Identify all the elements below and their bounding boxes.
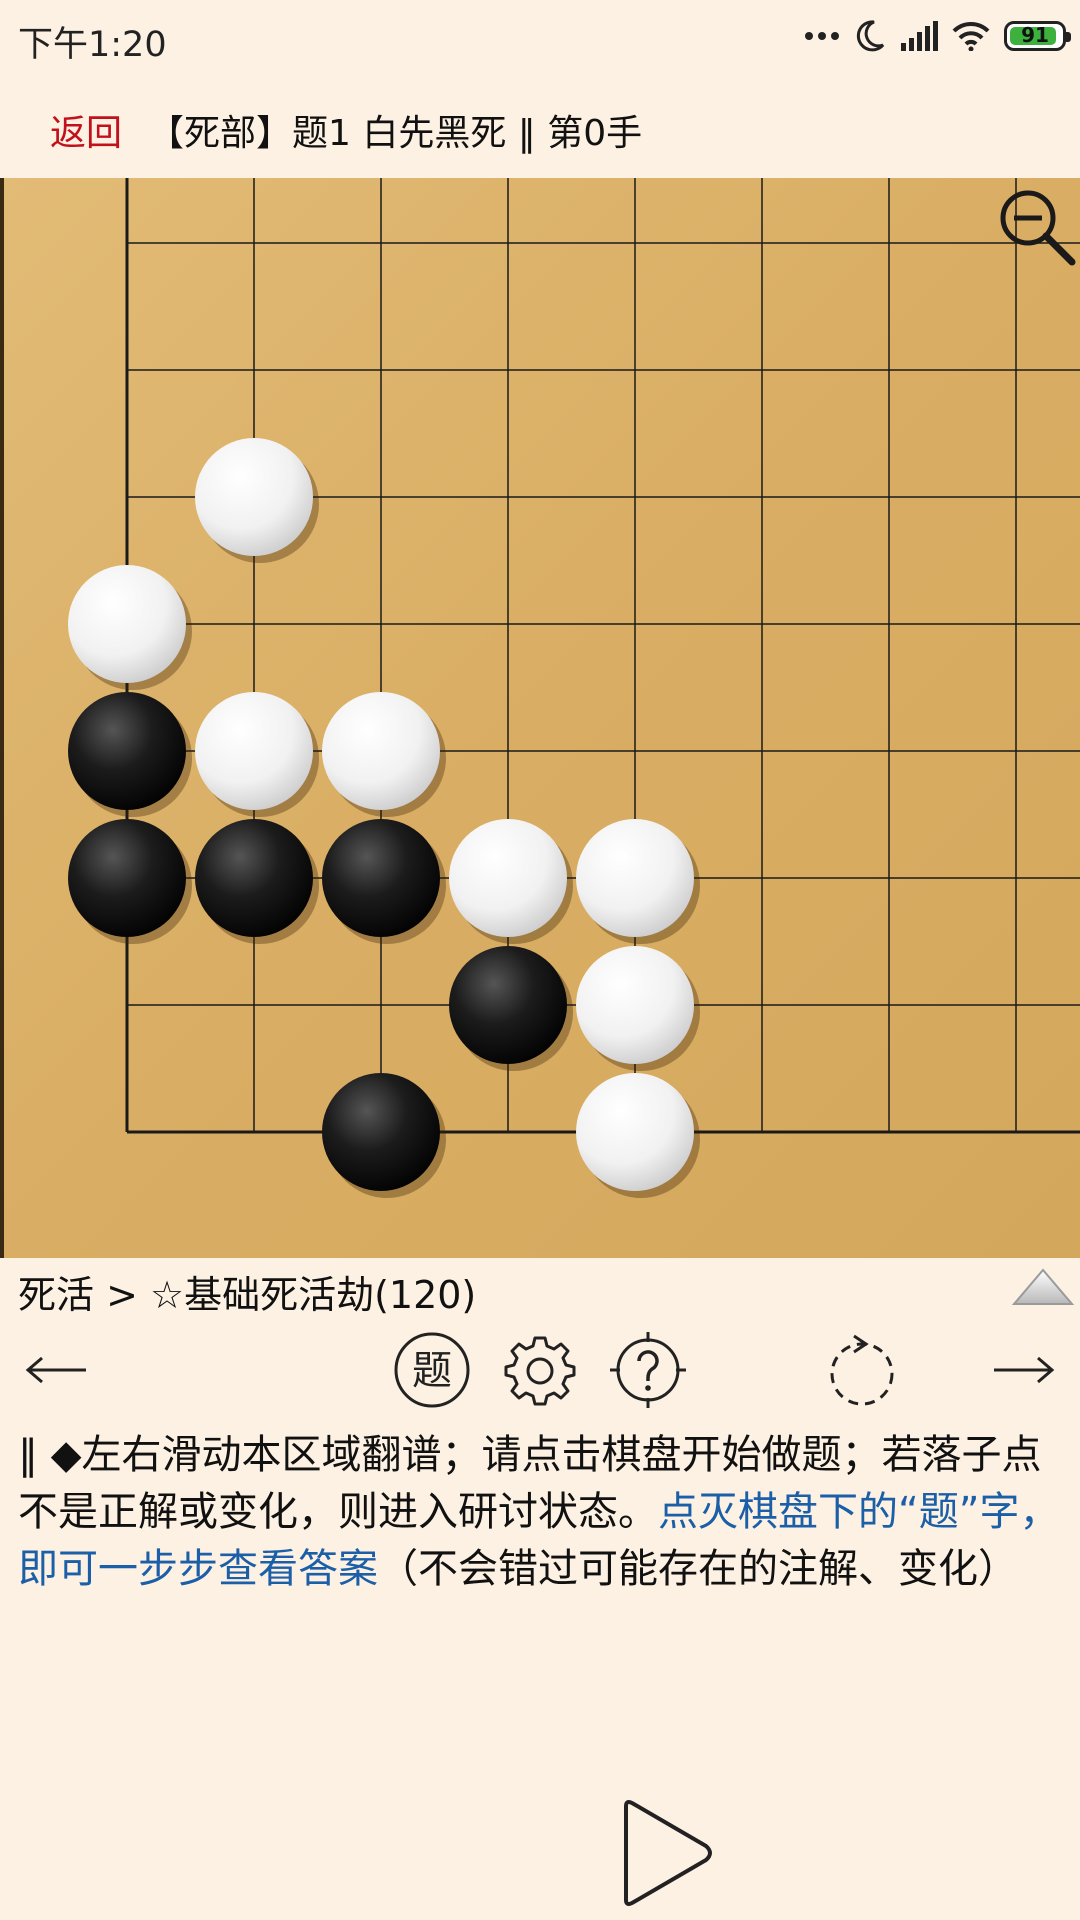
go-board[interactable] (0, 178, 1080, 1258)
wifi-icon (952, 21, 990, 51)
breadcrumb[interactable]: 死活 > ☆基础死活劫(120) (18, 1264, 476, 1319)
undo-icon (830, 1334, 894, 1406)
back-button[interactable]: 返回 (50, 104, 122, 156)
prev-button[interactable] (14, 1328, 98, 1412)
gear-icon (504, 1336, 576, 1406)
more-dots-icon (805, 32, 839, 40)
page-title: 【死部】题1 白先黑死 ‖ 第0手 (148, 113, 643, 154)
status-icons: 91 (790, 14, 1071, 58)
status-bar: 下午1:20 91 (0, 0, 1080, 72)
signal-icon (901, 21, 938, 51)
toolbar: 题 (0, 1328, 1080, 1412)
answer-label: 题 (412, 1348, 452, 1394)
battery-level: 91 (1021, 23, 1049, 47)
undo-button[interactable] (820, 1328, 904, 1412)
answer-icon: 题 (394, 1332, 470, 1408)
hint-button[interactable] (606, 1328, 690, 1412)
collapse-up-icon[interactable] (1010, 1262, 1076, 1310)
moon-icon (856, 20, 885, 52)
description-note: （不会错过可能存在的注解、变化） (378, 1546, 1018, 1592)
next-button[interactable] (982, 1328, 1066, 1412)
battery-icon: 91 (1004, 21, 1071, 51)
left-arrow-icon (25, 1356, 86, 1384)
problem-description[interactable]: ‖ ◆左右滑动本区域翻谱；请点击棋盘开始做题；若落子点不是正解或变化，则进入研讨… (18, 1427, 1068, 1598)
status-time: 下午1:20 (18, 25, 167, 65)
right-arrow-icon (994, 1356, 1055, 1384)
settings-button[interactable] (498, 1328, 582, 1412)
header: 返回 【死部】题1 白先黑死 ‖ 第0手 (0, 90, 1080, 162)
hint-icon (610, 1332, 686, 1408)
board-left-edge (0, 178, 4, 1258)
play-icon[interactable] (618, 1798, 718, 1908)
answer-button[interactable]: 题 (390, 1328, 474, 1412)
